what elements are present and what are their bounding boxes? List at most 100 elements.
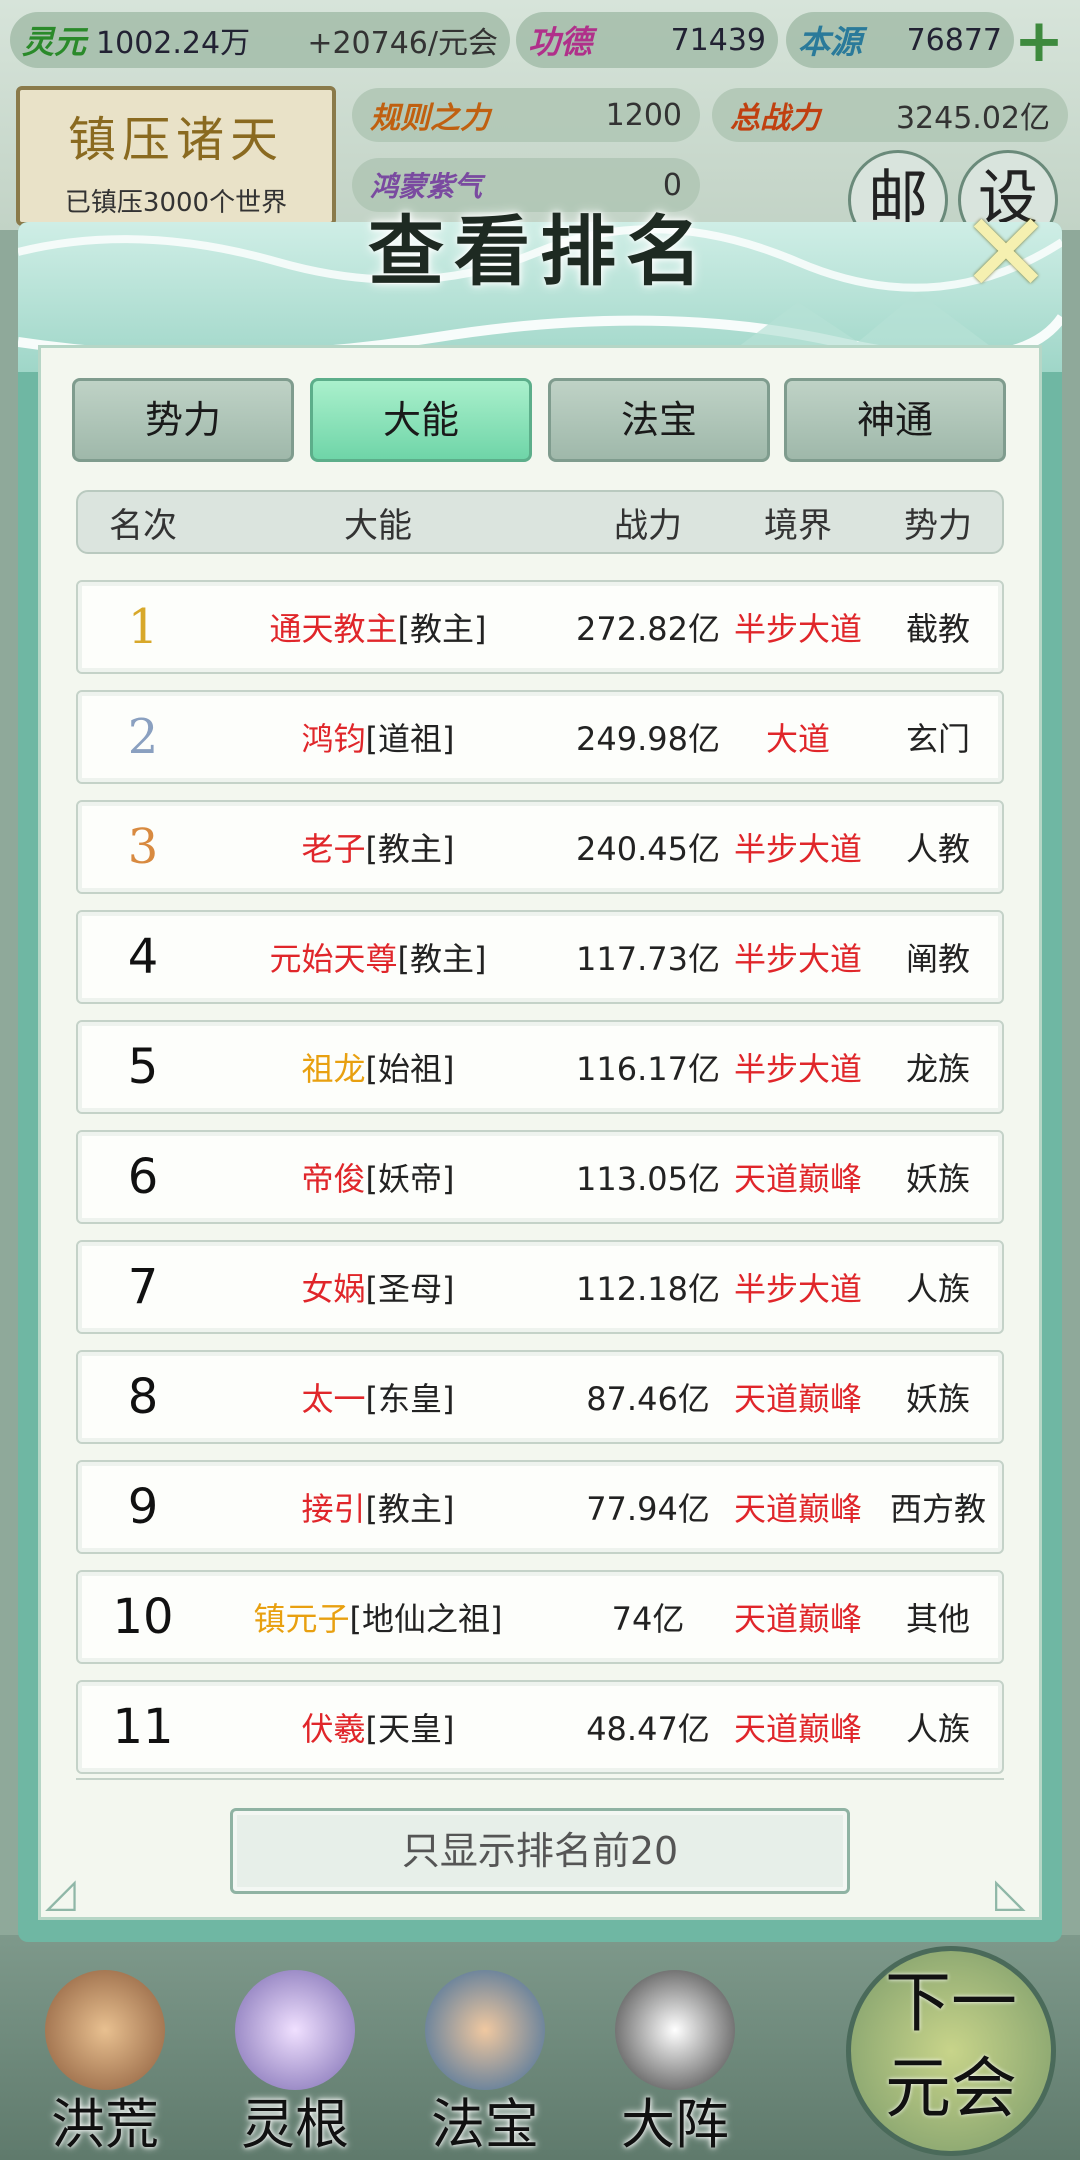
header-rank: 名次 [109,505,177,546]
lingyuan-rate: +20746/元会 [307,26,498,61]
realm-value: 大道 [765,720,830,758]
realm-value: 半步大道 [733,940,862,978]
name-cell: 祖龙 [始祖] [208,1022,548,1112]
realm-value: 半步大道 [733,1050,862,1088]
rank-number: 1 [127,599,159,655]
table-row[interactable]: 9 接引 [教主] 77.94亿 天道巅峰 西方教 [76,1460,1004,1554]
lingyuan-label: 灵元 [22,23,87,61]
character-title: [教主] [397,610,487,648]
name-cell: 元始天尊 [教主] [208,912,548,1002]
show-top20-button[interactable]: 只显示排名前20 [230,1808,850,1894]
next-era-line2: 元会 [885,2050,1017,2127]
character-name: 祖龙 [301,1050,366,1088]
nav-label: 法宝 [431,2093,539,2156]
character-name: 镇元子 [253,1600,350,1638]
realm-value: 天道巅峰 [733,1490,862,1528]
rank-number: 8 [127,1369,159,1425]
character-title: [妖帝] [365,1160,455,1198]
rank-number: 9 [127,1479,159,1535]
faction-value: 玄门 [905,720,970,758]
table-row[interactable]: 1 通天教主 [教主] 272.82亿 半步大道 截教 [76,580,1004,674]
character-title: [天皇] [365,1710,455,1748]
tab-faction[interactable]: 势力 [72,378,294,462]
next-era-line1: 下一 [885,1964,1017,2041]
nav-fabao[interactable]: 法宝 [400,1960,570,2156]
seal-title: 镇压诸天 [67,112,284,168]
faction-value: 西方教 [889,1490,986,1528]
realm-value: 天道巅峰 [733,1710,862,1748]
character-title: [教主] [365,830,455,868]
realm-value: 半步大道 [733,1270,862,1308]
character-title: [始祖] [365,1050,455,1088]
tab-great-powers[interactable]: 大能 [310,378,532,462]
rule-power-stat: 规则之力 1200 [352,88,700,142]
next-era-label: 下一 元会 [846,1946,1056,2132]
character-name: 女娲 [301,1270,366,1308]
character-name: 伏羲 [301,1710,366,1748]
realm-value: 天道巅峰 [733,1380,862,1418]
name-cell: 镇元子 [地仙之祖] [208,1572,548,1662]
nav-honghuang[interactable]: 洪荒 [20,1960,190,2156]
name-cell: 接引 [教主] [208,1462,548,1552]
table-row[interactable]: 5 祖龙 [始祖] 116.17亿 半步大道 龙族 [76,1020,1004,1114]
character-title: [教主] [365,1490,455,1528]
rule-power-label: 规则之力 [370,101,490,136]
mountain-icon [45,1970,165,2090]
faction-value: 人族 [905,1710,970,1748]
treasure-orb-icon [425,1970,545,2090]
gongde-resource: 功德 71439 [516,12,778,68]
faction-value: 妖族 [905,1380,970,1418]
table-row[interactable]: 3 老子 [教主] 240.45亿 半步大道 人教 [76,800,1004,894]
faction-value: 其他 [905,1600,970,1638]
character-title: [圣母] [365,1270,455,1308]
rank-number: 10 [112,1589,174,1645]
total-power-stat: 总战力 3245.02亿 [712,88,1068,142]
gongde-label: 功德 [528,23,593,61]
name-cell: 伏羲 [天皇] [208,1682,548,1772]
lingyuan-resource: 灵元 1002.24万 +20746/元会 [10,12,510,68]
faction-value: 阐教 [905,940,970,978]
name-cell: 太一 [东皇] [208,1352,548,1442]
rank-number: 6 [127,1149,159,1205]
nav-dazhen[interactable]: 大阵 [590,1960,760,2156]
tab-divine-ability[interactable]: 神通 [784,378,1006,462]
total-power-value: 3245.02亿 [895,101,1050,136]
header-name: 大能 [344,505,412,546]
nav-lingen[interactable]: 灵根 [210,1960,380,2156]
character-name: 通天教主 [269,610,398,648]
benyuan-resource: 本源 76877 [786,12,1014,68]
rank-number: 7 [127,1259,159,1315]
table-row[interactable]: 11 伏羲 [天皇] 48.47亿 天道巅峰 人族 [76,1680,1004,1774]
character-name: 元始天尊 [269,940,398,978]
character-name: 鸿钧 [301,720,366,758]
benyuan-label: 本源 [798,23,863,61]
rank-number: 3 [127,819,159,875]
table-row[interactable]: 4 元始天尊 [教主] 117.73亿 半步大道 阐教 [76,910,1004,1004]
tab-treasure[interactable]: 法宝 [548,378,770,462]
header-faction: 势力 [904,505,972,546]
table-row[interactable]: 2 鸿钧 [道祖] 249.98亿 大道 玄门 [76,690,1004,784]
total-power-label: 总战力 [730,101,820,136]
table-row[interactable]: 6 帝俊 [妖帝] 113.05亿 天道巅峰 妖族 [76,1130,1004,1224]
gongde-value: 71439 [670,22,766,58]
realm-value: 天道巅峰 [733,1600,862,1638]
character-name: 太一 [301,1380,366,1418]
add-resource-button[interactable]: + [1012,11,1066,71]
benyuan-value: 76877 [906,22,1002,58]
table-row[interactable]: 7 女娲 [圣母] 112.18亿 半步大道 人族 [76,1240,1004,1334]
corner-ornament-icon: ◺ [995,1870,1026,1916]
modal-title: 查看排名 [368,207,712,296]
table-row[interactable]: 8 太一 [东皇] 87.46亿 天道巅峰 妖族 [76,1350,1004,1444]
realm-value: 半步大道 [733,610,862,648]
lingyuan-value: 1002.24万 [96,26,251,61]
close-icon[interactable]: ✕ [958,198,1054,308]
list-scroll-edge [76,1778,1004,1792]
rule-power-value: 1200 [605,97,682,133]
lotus-icon [235,1970,355,2090]
rank-number: 11 [112,1699,174,1755]
character-title: [地仙之祖] [349,1600,503,1638]
character-name: 老子 [301,830,366,868]
name-cell: 通天教主 [教主] [208,582,548,672]
table-row[interactable]: 10 镇元子 [地仙之祖] 74亿 天道巅峰 其他 [76,1570,1004,1664]
character-name: 接引 [301,1490,366,1528]
